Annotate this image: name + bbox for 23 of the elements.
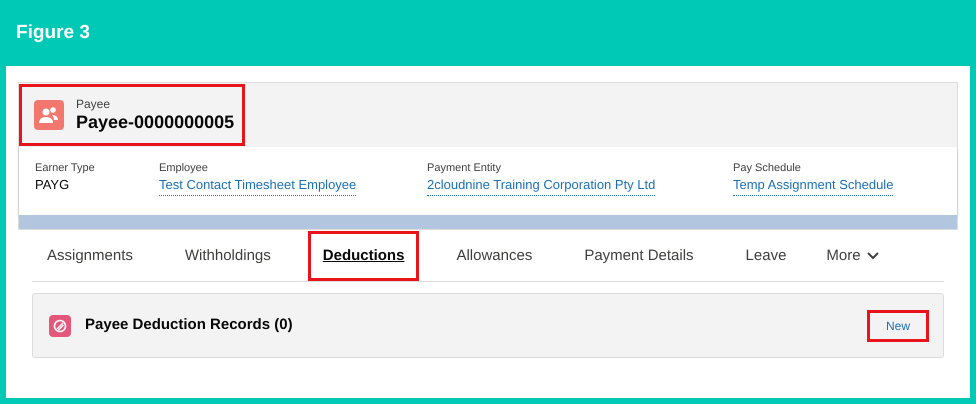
record-name: Payee-0000000005 bbox=[76, 111, 234, 133]
tab[interactable]: Allowances bbox=[441, 231, 548, 281]
field-link[interactable]: Temp Assignment Schedule bbox=[733, 175, 894, 196]
field-label: Payment Entity bbox=[427, 161, 502, 175]
tab[interactable]: Leave bbox=[730, 231, 802, 281]
tab[interactable]: Deductions bbox=[308, 231, 420, 281]
field-value: PAYG bbox=[35, 176, 70, 194]
object-label: Payee bbox=[76, 97, 112, 111]
chevron-down-icon bbox=[866, 252, 879, 260]
field-link[interactable]: Test Contact Timesheet Employee bbox=[159, 175, 356, 196]
related-list-title: Payee Deduction Records (0) bbox=[85, 315, 293, 336]
field-label: Earner Type bbox=[35, 161, 96, 175]
people-icon bbox=[34, 100, 64, 130]
tab[interactable]: Assignments bbox=[32, 231, 148, 281]
figure-title: Figure 3 bbox=[16, 20, 90, 45]
new-button[interactable]: New bbox=[867, 310, 929, 342]
deduction-icon bbox=[49, 314, 71, 336]
field-label: Pay Schedule bbox=[733, 161, 802, 175]
field-label: Employee bbox=[159, 161, 209, 175]
more-tab[interactable]: More bbox=[823, 231, 882, 281]
tab[interactable]: Withholdings bbox=[170, 231, 286, 281]
tab[interactable]: Payment Details bbox=[569, 231, 709, 281]
field-link[interactable]: 2cloudnine Training Corporation Pty Ltd bbox=[427, 175, 656, 196]
